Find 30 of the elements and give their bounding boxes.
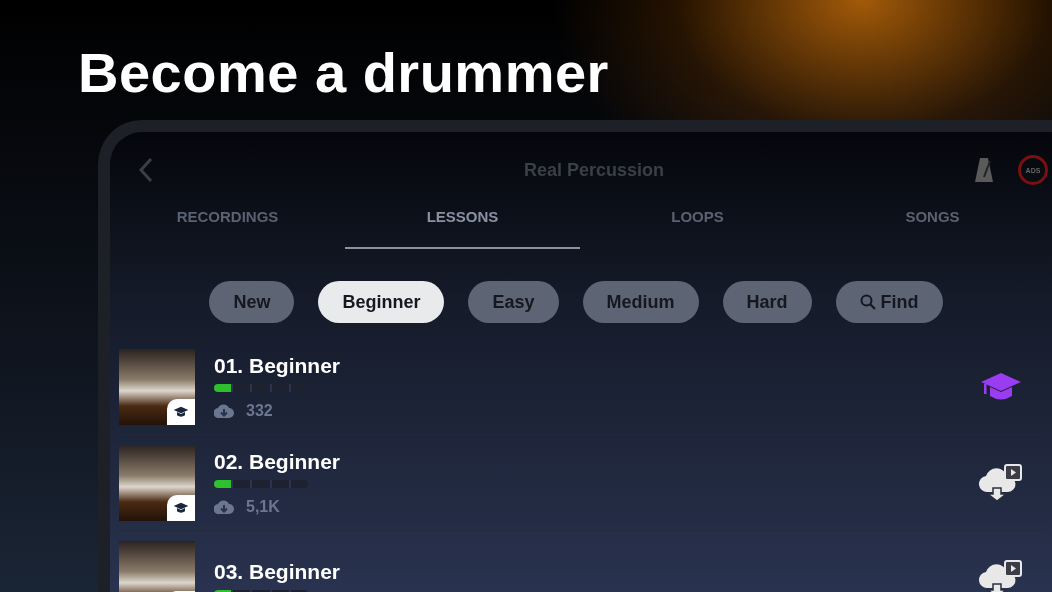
app-title: Real Percussion [522, 159, 666, 181]
headline: Become a drummer [77, 40, 610, 106]
tab[interactable]: LESSONS [345, 204, 580, 249]
graduation-cap-icon[interactable] [980, 371, 1022, 402]
tab[interactable]: SONGS [815, 204, 1050, 249]
cap-badge [167, 398, 195, 425]
lesson-title: 03. Beginner [214, 559, 342, 584]
tab[interactable]: LOOPS [580, 204, 815, 249]
cloud-download-icon [214, 403, 234, 418]
cloud-download-icon[interactable] [978, 559, 1022, 592]
back-icon[interactable] [138, 157, 154, 183]
lesson-row[interactable]: 01. Beginner 332 [119, 339, 1042, 435]
cloud-download-icon[interactable] [978, 463, 1022, 502]
filter-chip[interactable]: Beginner [318, 281, 445, 323]
filter-chip[interactable]: Find [835, 281, 943, 323]
filter-chip[interactable]: Hard [722, 281, 812, 323]
cap-badge [167, 494, 195, 521]
download-count: 5,1K [246, 497, 280, 516]
lesson-title: 02. Beginner [214, 449, 342, 474]
lesson-row[interactable]: 03. Beginner [119, 531, 1042, 592]
tab[interactable]: RECORDINGS [110, 204, 345, 249]
download-count: 332 [246, 401, 273, 420]
cloud-download-icon [214, 499, 234, 514]
filter-chip[interactable]: Easy [468, 281, 559, 323]
search-icon [859, 294, 876, 310]
filter-chip[interactable]: New [209, 281, 295, 323]
lesson-row[interactable]: 02. Beginner 5,1K [119, 435, 1042, 531]
metronome-icon[interactable] [974, 157, 994, 183]
lesson-title: 01. Beginner [214, 353, 342, 378]
filter-chip[interactable]: Medium [582, 281, 699, 323]
